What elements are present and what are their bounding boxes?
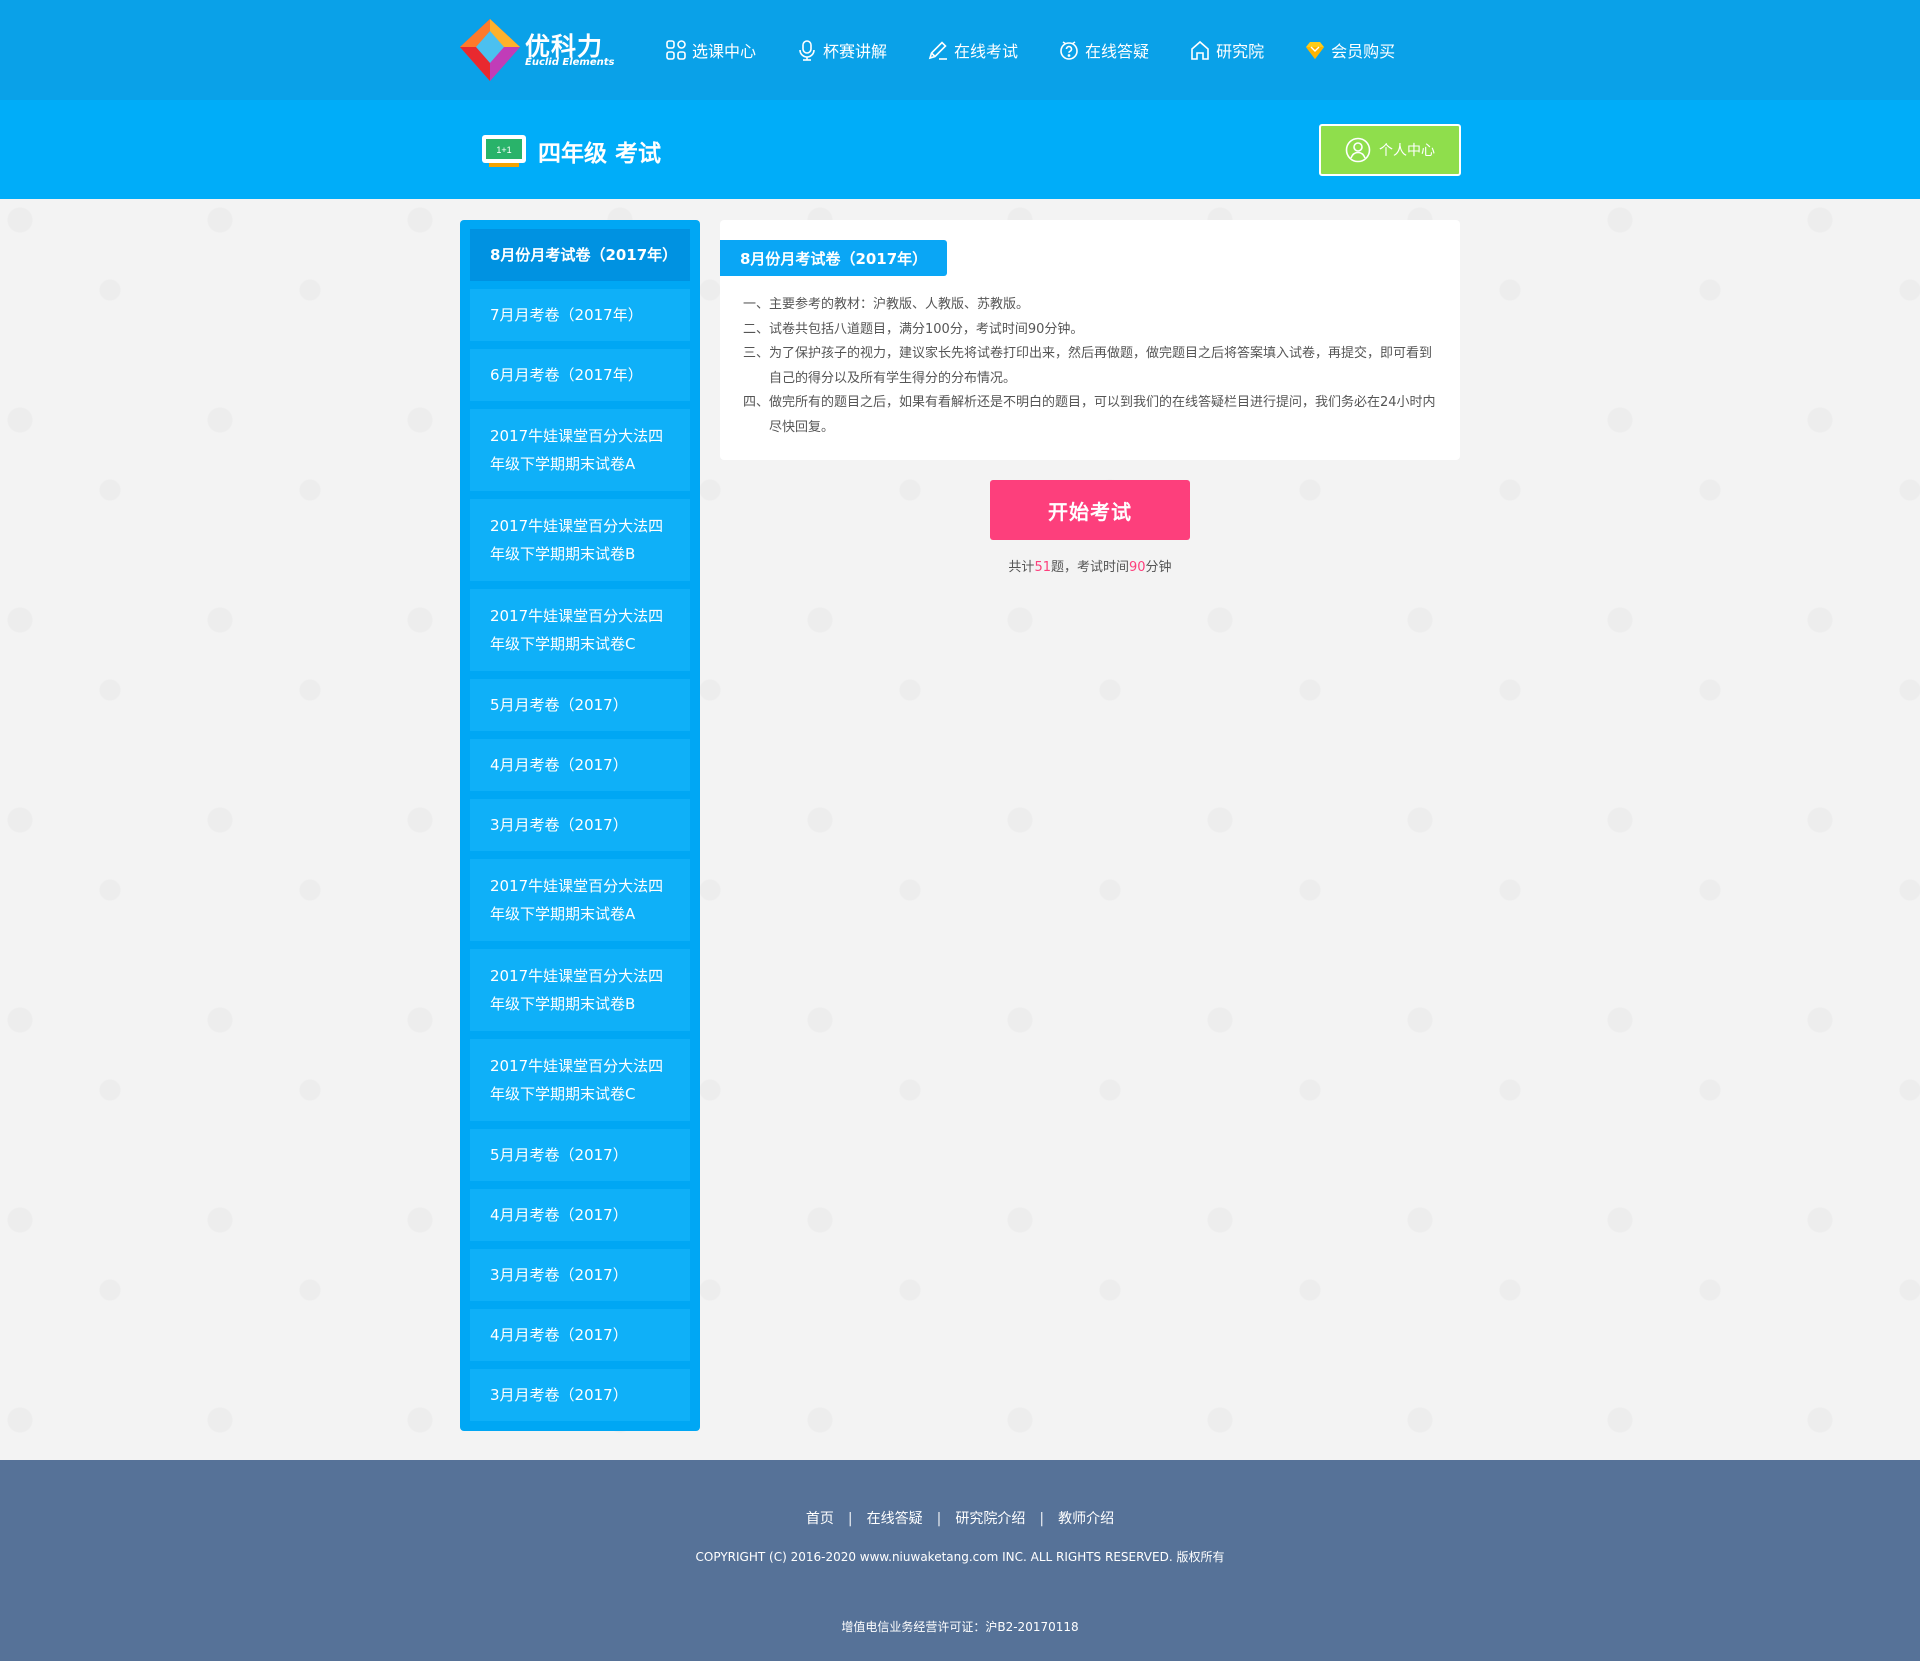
footer-links: 首页 | 在线答疑 | 研究院介绍 | 教师介绍 — [0, 1508, 1920, 1528]
rule-number: 三、 — [743, 346, 770, 361]
rule-text: 试卷共包括八道题目，满分100分，考试时间90分钟。 — [769, 321, 1084, 337]
microphone-icon — [796, 39, 818, 61]
svg-text:1+1: 1+1 — [496, 145, 511, 155]
exam-list-item-label: 4月月考卷（2017） — [490, 1206, 628, 1224]
exam-list-item-label: 2017牛娃课堂百分大法四年级下学期期末试卷C — [490, 607, 664, 653]
user-icon — [1345, 137, 1371, 163]
brand-name-en: Euclid Elements — [525, 57, 615, 68]
footer-link-home[interactable]: 首页 — [806, 1511, 834, 1527]
start-exam-button[interactable]: 开始考试 — [990, 480, 1190, 540]
exam-rule: 二、 试卷共包括八道题目，满分100分，考试时间90分钟。 — [743, 318, 1443, 343]
home-icon — [1189, 39, 1211, 61]
exam-list-item-label: 5月月考卷（2017） — [490, 696, 628, 714]
exam-list-item[interactable]: 3月月考卷（2017） — [470, 1249, 690, 1301]
nav-item-institute[interactable]: 研究院 — [1189, 0, 1264, 100]
footer-link-institute[interactable]: 研究院介绍 — [955, 1511, 1025, 1527]
site-footer: 首页 | 在线答疑 | 研究院介绍 | 教师介绍 COPYRIGHT (C) 2016-20… — [0, 1460, 1920, 1661]
exam-list-item-label: 3月月考卷（2017） — [490, 1266, 628, 1284]
nav-item-course-center[interactable]: 选课中心 — [665, 0, 756, 100]
exam-list-item[interactable]: 8月份月考试卷（2017年） — [470, 229, 690, 281]
exam-list-item[interactable]: 7月月考卷（2017年） — [470, 289, 690, 341]
exam-list-item[interactable]: 4月月考卷（2017） — [470, 1309, 690, 1361]
exam-minutes: 90 — [1129, 560, 1146, 575]
exam-list-item-label: 4月月考卷（2017） — [490, 756, 628, 774]
summary-suffix: 分钟 — [1145, 560, 1172, 575]
logo-kite-icon — [460, 19, 520, 81]
nav-item-online-qa[interactable]: 在线答疑 — [1058, 0, 1149, 100]
exam-list-item-label: 2017牛娃课堂百分大法四年级下学期期末试卷C — [490, 1057, 664, 1103]
exam-list-item[interactable]: 3月月考卷（2017） — [470, 799, 690, 851]
exam-list-item-label: 2017牛娃课堂百分大法四年级下学期期末试卷A — [490, 877, 664, 923]
diamond-icon — [1304, 39, 1326, 61]
exam-list-item-label: 5月月考卷（2017） — [490, 1146, 628, 1164]
exam-list-item[interactable]: 2017牛娃课堂百分大法四年级下学期期末试卷C — [470, 589, 690, 671]
exam-list-item[interactable]: 5月月考卷（2017） — [470, 679, 690, 731]
nav-label: 研究院 — [1216, 42, 1265, 61]
rule-number: 一、 — [743, 297, 770, 312]
footer-link-online-qa[interactable]: 在线答疑 — [867, 1511, 923, 1527]
exam-list-item-label: 8月份月考试卷（2017年） — [490, 246, 678, 264]
nav-label: 在线答疑 — [1085, 42, 1150, 61]
exam-list-item-label: 2017牛娃课堂百分大法四年级下学期期末试卷B — [490, 967, 664, 1013]
rule-text: 为了保护孩子的视力，建议家长先将试卷打印出来，然后再做题，做完题目之后将答案填入… — [769, 346, 1433, 386]
exam-list-item[interactable]: 2017牛娃课堂百分大法四年级下学期期末试卷A — [470, 409, 690, 491]
exam-list-item[interactable]: 2017牛娃课堂百分大法四年级下学期期末试卷C — [470, 1039, 690, 1121]
pencil-icon — [927, 39, 949, 61]
exam-rules: 一、 主要参考的教材：沪教版、人教版、苏教版。 二、 试卷共包括八道题目，满分1… — [743, 293, 1443, 440]
footer-copyright: COPYRIGHT (C) 2016-2020 www.niuwaketang.… — [695, 1550, 1225, 1564]
nav-item-online-exam[interactable]: 在线考试 — [927, 0, 1018, 100]
exam-rule: 三、 为了保护孩子的视力，建议家长先将试卷打印出来，然后再做题，做完题目之后将答… — [743, 342, 1443, 391]
rule-number: 四、 — [743, 395, 770, 410]
top-navbar: 优科力 Euclid Elements 选课中心 杯赛讲解 在线考试 在线答疑 … — [0, 0, 1920, 100]
exam-list-item-label: 3月月考卷（2017） — [490, 1386, 628, 1404]
nav-label: 会员购买 — [1331, 42, 1396, 61]
exam-summary: 共计51题，考试时间90分钟 — [990, 556, 1190, 575]
personal-center-button[interactable]: 个人中心 — [1319, 124, 1461, 176]
blackboard-icon: 1+1 — [481, 134, 527, 168]
page-title: 四年级 考试 — [538, 141, 662, 167]
exam-list-item-label: 2017牛娃课堂百分大法四年级下学期期末试卷A — [490, 427, 664, 473]
exam-list-item[interactable]: 4月月考卷（2017） — [470, 1189, 690, 1241]
nav-item-cup-explanation[interactable]: 杯赛讲解 — [796, 0, 887, 100]
summary-prefix: 共计 — [1008, 560, 1035, 575]
nav-item-membership[interactable]: 会员购买 — [1304, 0, 1395, 100]
exam-list-item[interactable]: 2017牛娃课堂百分大法四年级下学期期末试卷B — [470, 499, 690, 581]
nav-label: 杯赛讲解 — [823, 42, 888, 61]
exam-title-tag: 8月份月考试卷（2017年） — [720, 240, 948, 276]
rule-text: 主要参考的教材：沪教版、人教版、苏教版。 — [769, 297, 1030, 312]
question-count: 51 — [1034, 560, 1051, 575]
exam-list-item-label: 4月月考卷（2017） — [490, 1326, 628, 1344]
footer-license: 增值电信业务经营许可证：沪B2-20170118 — [841, 1620, 1079, 1634]
exam-info-card: 8月份月考试卷（2017年） 一、 主要参考的教材：沪教版、人教版、苏教版。 二… — [720, 220, 1460, 460]
page-header: 1+1 四年级 考试 个人中心 — [0, 100, 1920, 199]
exam-list-sidebar: 8月份月考试卷（2017年） 7月月考卷（2017年） 6月月考卷（2017年）… — [460, 220, 700, 1431]
personal-center-label: 个人中心 — [1379, 143, 1435, 159]
exam-list-item[interactable]: 5月月考卷（2017） — [470, 1129, 690, 1181]
brand-logo[interactable]: 优科力 Euclid Elements — [460, 19, 620, 81]
exam-list-item[interactable]: 2017牛娃课堂百分大法四年级下学期期末试卷A — [470, 859, 690, 941]
exam-rule: 四、 做完所有的题目之后，如果有看解析还是不明白的题目，可以到我们的在线答疑栏目… — [743, 391, 1443, 440]
footer-separator: | — [847, 1511, 853, 1527]
exam-list-item-label: 2017牛娃课堂百分大法四年级下学期期末试卷B — [490, 517, 664, 563]
grid-icon — [665, 39, 687, 61]
exam-rule: 一、 主要参考的教材：沪教版、人教版、苏教版。 — [743, 293, 1443, 318]
exam-list-item[interactable]: 4月月考卷（2017） — [470, 739, 690, 791]
exam-list-item[interactable]: 6月月考卷（2017年） — [470, 349, 690, 401]
nav-label: 在线考试 — [954, 42, 1019, 61]
footer-link-teachers[interactable]: 教师介绍 — [1058, 1511, 1114, 1527]
main-nav: 选课中心 杯赛讲解 在线考试 在线答疑 研究院 会员购买 — [665, 0, 1435, 100]
footer-separator: | — [1039, 1511, 1045, 1527]
exam-list-item[interactable]: 2017牛娃课堂百分大法四年级下学期期末试卷B — [470, 949, 690, 1031]
rule-text: 做完所有的题目之后，如果有看解析还是不明白的题目，可以到我们的在线答疑栏目进行提… — [769, 395, 1436, 435]
exam-list-item-label: 7月月考卷（2017年） — [490, 306, 643, 324]
question-icon — [1058, 39, 1080, 61]
footer-separator: | — [936, 1511, 942, 1527]
nav-label: 选课中心 — [692, 42, 757, 61]
exam-list-item-label: 6月月考卷（2017年） — [490, 366, 643, 384]
summary-mid: 题，考试时间 — [1050, 560, 1129, 575]
exam-list-item-label: 3月月考卷（2017） — [490, 816, 628, 834]
rule-number: 二、 — [743, 321, 770, 337]
exam-list-item[interactable]: 3月月考卷（2017） — [470, 1369, 690, 1421]
